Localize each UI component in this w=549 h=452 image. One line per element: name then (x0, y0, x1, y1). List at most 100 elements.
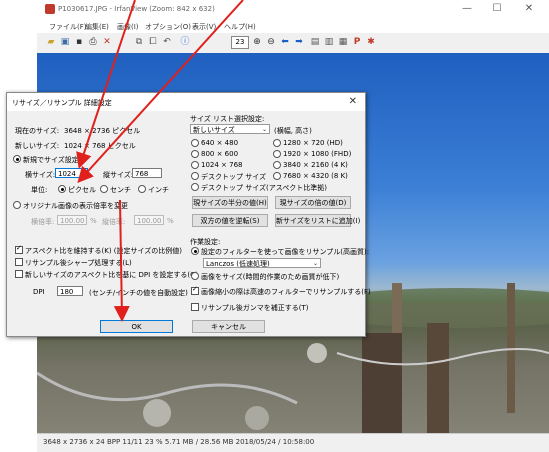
vertical-ratio-input[interactable]: 100.00 (134, 215, 164, 225)
add-to-list-button[interactable]: 新サイズをリストに追加(I) (275, 214, 360, 227)
resize-radio[interactable] (191, 272, 199, 280)
preset-desktop-radio[interactable] (191, 172, 199, 180)
preset-desktop-label: デスクトップ サイズ (201, 173, 267, 181)
width-input[interactable]: 1024 (55, 168, 88, 178)
paint-icon[interactable]: P (351, 36, 363, 48)
new-size-label: 新しいサイズ: (15, 142, 60, 150)
zoom-in-icon[interactable]: ⊕ (251, 36, 263, 48)
gamma-checkbox[interactable] (191, 303, 199, 311)
menu-image[interactable]: 画像(I) (117, 22, 139, 32)
dialog-close-button[interactable]: ✕ (349, 96, 357, 107)
delete-icon[interactable]: ✕ (101, 36, 113, 48)
irfanview-app-icon[interactable] (45, 4, 55, 14)
horizontal-ratio-label: 横倍率: (31, 218, 55, 226)
preset-8k-radio[interactable] (273, 172, 281, 180)
swap-values-button[interactable]: 双方の値を逆転(S) (192, 214, 268, 227)
ok-button[interactable]: OK (100, 320, 173, 333)
preset-4k-label: 3840 × 2160 (4 K) (283, 161, 348, 169)
preset-640-label: 640 × 480 (201, 139, 239, 147)
save-icon[interactable]: ▪ (73, 36, 85, 48)
dpi-label: DPI (33, 288, 45, 296)
sharpen-checkbox[interactable] (15, 258, 23, 266)
half-size-button[interactable]: 現サイズの半分の値(H) (192, 196, 268, 209)
preset-hd-radio[interactable] (273, 139, 281, 147)
set-new-size-label: 新規でサイズ設定 (23, 156, 79, 164)
preset-640-radio[interactable] (191, 139, 199, 147)
thumbnail-icon[interactable]: ▤ (309, 36, 321, 48)
previous-arrow-icon[interactable]: ⬅ (279, 36, 291, 48)
status-text: 3648 x 2736 x 24 BPP 11/11 23 % 5.71 MB … (43, 438, 315, 446)
fast-filter-checkbox[interactable] (191, 285, 199, 295)
info-icon[interactable]: ⓘ (179, 36, 191, 48)
menu-options[interactable]: オプション(O) (145, 22, 191, 32)
dialog-title: リサイズ／リサンプル 詳細設定 (12, 99, 112, 107)
window-title: P1030617.JPG - IrfanView (Zoom: 842 x 63… (58, 5, 215, 13)
slideshow-icon[interactable]: ▣ (59, 36, 71, 48)
horizontal-percent: % (90, 217, 97, 225)
filter-select[interactable]: Lanczos (低速処理) ⌄ (203, 258, 321, 268)
double-size-button[interactable]: 現サイズの倍の値(D) (275, 196, 351, 209)
preset-1024-label: 1024 × 768 (201, 161, 243, 169)
dpi-input[interactable]: 180 (57, 286, 83, 296)
page-number-input[interactable]: 23 (231, 36, 249, 49)
menu-edit[interactable]: 編集(E) (85, 22, 109, 32)
dpi-aspect-label: 新しいサイズのアスペクト比を基に DPI を設定する(C) (25, 271, 198, 279)
preset-fhd-label: 1920 × 1080 (FHD) (283, 150, 352, 158)
settings-icon[interactable]: ▦ (337, 36, 349, 48)
status-bar: 3648 x 2736 x 24 BPP 11/11 23 % 5.71 MB … (37, 433, 549, 452)
maximize-button[interactable]: ☐ (486, 2, 508, 16)
preset-1024-radio[interactable] (191, 161, 199, 169)
menu-help[interactable]: ヘルプ(H) (224, 22, 256, 32)
resample-radio[interactable] (191, 247, 199, 255)
preset-desktop-aspect-label: デスクトップ サイズ(アスペクト比準拠) (201, 184, 327, 192)
keep-aspect-label: アスペクト比を維持する(K) (設定サイズの比例値) (25, 247, 183, 255)
height-label: 縦サイズ: (103, 171, 134, 179)
paste-icon[interactable]: ⧠ (147, 36, 159, 48)
open-folder-icon[interactable]: ▰ (45, 36, 57, 48)
menu-view[interactable]: 表示(V) (192, 22, 216, 32)
preset-select[interactable]: 新しいサイズ ⌄ (190, 124, 270, 134)
set-new-size-radio[interactable] (13, 155, 21, 163)
unit-label: 単位: (31, 186, 48, 194)
unit-inch-radio[interactable] (138, 185, 146, 193)
ratio-radio[interactable] (13, 201, 21, 209)
preset-desktop-aspect-radio[interactable] (191, 183, 199, 191)
vertical-percent: % (167, 217, 174, 225)
filter-select-value: Lanczos (低速処理) (206, 260, 270, 268)
preset-title: サイズ リスト選択設定: (190, 115, 265, 123)
unit-inch-label: インチ (148, 186, 169, 194)
new-size-value: 1024 × 768 ピクセル (64, 142, 136, 150)
preset-suffix: (横幅, 高さ) (274, 127, 312, 135)
current-size-label: 現在のサイズ: (15, 127, 60, 135)
current-size-value: 3648 × 2736 ピクセル (64, 127, 141, 135)
dpi-aspect-checkbox[interactable] (15, 270, 23, 278)
preset-fhd-radio[interactable] (273, 150, 281, 158)
irfanview-cat-icon[interactable]: ✱ (365, 36, 377, 48)
horizontal-ratio-input[interactable]: 100.00 (57, 215, 87, 225)
print-icon[interactable]: ⎙ (87, 36, 99, 48)
menu-file[interactable]: ファイル(F) (49, 22, 87, 32)
gamma-label: リサンプル後ガンマを補正する(T) (201, 304, 309, 312)
cancel-button[interactable]: キャンセル (192, 320, 265, 333)
zoom-out-icon[interactable]: ⊖ (265, 36, 277, 48)
resize-label: 画像をサイズ(時間的作業のため画質が低下) (201, 273, 340, 281)
next-arrow-icon[interactable]: ➡ (293, 36, 305, 48)
preset-4k-radio[interactable] (273, 161, 281, 169)
height-input[interactable]: 768 (132, 168, 162, 178)
chevron-down-icon: ⌄ (261, 126, 267, 133)
unit-pixel-radio[interactable] (58, 185, 66, 193)
unit-cm-radio[interactable] (100, 185, 108, 193)
fast-filter-label: 画像縮小の際は高速のフィルターでリサンプルする(F) (201, 288, 371, 296)
copy-icon[interactable]: ⧉ (133, 36, 145, 48)
toolbar: ▰ ▣ ▪ ⎙ ✕ ⧉ ⧠ ↶ ⓘ 23 ⊕ ⊖ ⬅ ➡ ▤ ▥ ▦ P ✱ (37, 33, 549, 54)
keep-aspect-checkbox[interactable] (15, 244, 23, 254)
undo-icon[interactable]: ↶ (161, 36, 173, 48)
work-settings-title: 作業設定: (190, 238, 221, 246)
fullscreen-icon[interactable]: ▥ (323, 36, 335, 48)
minimize-button[interactable]: — (456, 2, 478, 16)
close-window-button[interactable]: ✕ (518, 2, 540, 16)
vertical-ratio-label: 縦倍率: (102, 218, 126, 226)
chevron-down-icon: ⌄ (312, 260, 318, 267)
preset-800-radio[interactable] (191, 150, 199, 158)
preset-select-value: 新しいサイズ (193, 126, 235, 134)
